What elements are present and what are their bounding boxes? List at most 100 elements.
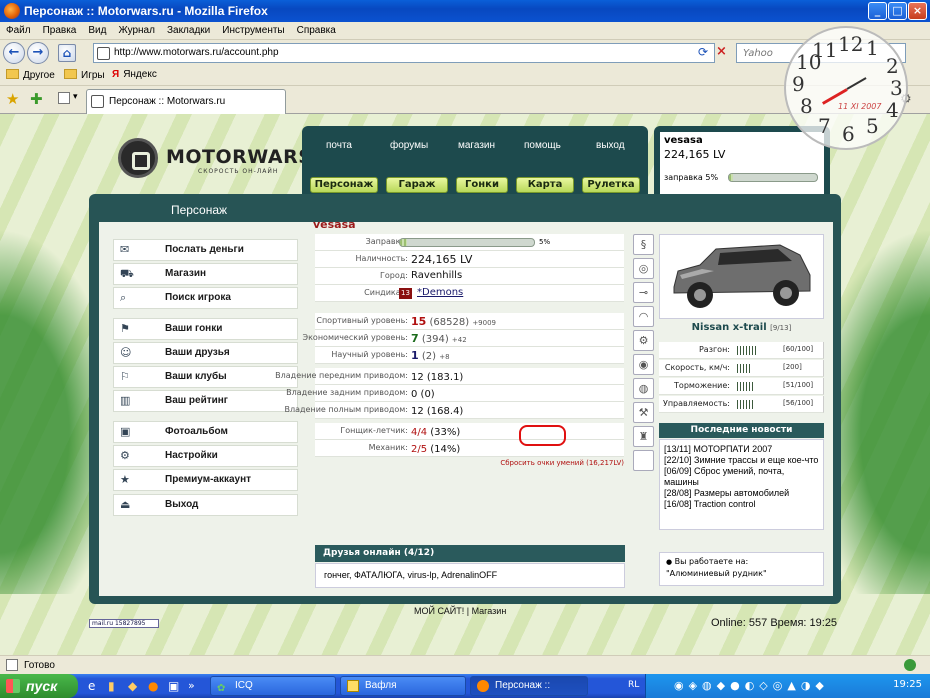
shop-icon: ⛟ <box>120 267 134 280</box>
language-indicator[interactable]: RL <box>628 680 639 690</box>
chevron-down-icon[interactable]: ▾ <box>73 92 78 102</box>
menu-search-player[interactable]: ⌕ Поиск игрока <box>113 287 298 309</box>
addon-icon[interactable]: ✚ <box>30 90 43 108</box>
gearbox-icon[interactable]: ⚒ <box>633 402 654 423</box>
ie-quicklaunch-icon[interactable]: e <box>88 679 95 693</box>
bookmark-folder-games[interactable]: Игры <box>64 69 105 81</box>
menu-edit[interactable]: Правка <box>37 22 83 36</box>
site-logo[interactable]: MOTORWARS.RU СКОРОСТЬ ОН-ЛАЙН <box>118 138 351 182</box>
empty-slot-icon[interactable] <box>633 450 654 471</box>
bookmark-star-icon[interactable]: ★ <box>6 90 19 108</box>
menu-bookmarks[interactable]: Закладки <box>161 22 216 36</box>
clock-nine: 9 <box>792 72 805 96</box>
hit-counter[interactable]: mail.ru 15827895 <box>89 619 159 628</box>
city-value: Ravenhills <box>411 270 463 281</box>
syndicate-link[interactable]: *Demons <box>417 287 463 298</box>
sci-points: (2) <box>421 351 437 362</box>
stop-icon[interactable]: × <box>716 44 727 59</box>
car-stat-speed: Скорость, км/ч: [200] <box>659 360 824 377</box>
menu-your-rating[interactable]: ▥ Ваш рейтинг <box>113 390 298 412</box>
nav-button-map[interactable]: Карта <box>516 177 574 193</box>
home-button[interactable]: ⌂ <box>58 44 76 62</box>
nav-link-forums[interactable]: форумы <box>390 140 428 151</box>
yandex-icon: Я <box>112 69 120 80</box>
firefox-quicklaunch-icon[interactable]: ● <box>148 679 158 693</box>
stat-label: Владение передним приводом: <box>275 371 408 380</box>
nav-button-garage[interactable]: Гараж <box>386 177 448 193</box>
car-name[interactable]: Nissan x-trail [9/13] <box>659 322 824 333</box>
nav-link-help[interactable]: помощь <box>524 140 561 151</box>
body-part-icon[interactable]: ◠ <box>633 306 654 327</box>
start-button[interactable]: пуск <box>0 674 78 698</box>
menu-file[interactable]: Файл <box>0 22 37 36</box>
menu-view[interactable]: Вид <box>82 22 112 36</box>
menu-premium-account[interactable]: ★ Премиум-аккаунт <box>113 469 298 491</box>
tire-icon[interactable]: ◎ <box>633 258 654 279</box>
menu-history[interactable]: Журнал <box>112 22 161 36</box>
reload-icon[interactable]: ⟳ <box>698 45 708 59</box>
turbo-icon[interactable]: ◉ <box>633 354 654 375</box>
car-image[interactable] <box>659 234 824 319</box>
reset-skills-link[interactable]: Сбросить очки умений (16,217LV) <box>315 459 624 467</box>
url-bar[interactable]: http://www.motorwars.ru/account.php <box>93 43 715 63</box>
car-stat-value: [60/100] <box>783 345 814 353</box>
menu-help[interactable]: Справка <box>291 22 342 36</box>
menu-your-friends[interactable]: ☺ Ваши друзья <box>113 342 298 364</box>
minimize-button[interactable]: _ <box>868 2 887 20</box>
menu-label: Выход <box>165 499 199 510</box>
taskbar-item-vaflya[interactable]: Вафля <box>340 676 466 696</box>
news-item[interactable]: [16/08] Traction control <box>664 499 819 510</box>
close-button[interactable]: × <box>908 2 927 20</box>
nav-button-races[interactable]: Гонки <box>456 177 508 193</box>
menu-label: Ваш рейтинг <box>165 395 228 406</box>
quicklaunch-more-icon[interactable]: » <box>188 679 195 692</box>
forward-button[interactable]: → <box>27 42 49 64</box>
show-desktop-icon[interactable]: ▣ <box>168 679 179 693</box>
menu-photo-album[interactable]: ▣ Фотоальбом <box>113 421 298 443</box>
news-item[interactable]: [22/10] Зимние трассы и еще кое-что <box>664 455 819 466</box>
user-name: vesasa <box>664 135 703 146</box>
tab-list-icon[interactable] <box>58 92 70 104</box>
bookmark-yandex[interactable]: Я Яндекс <box>112 69 157 80</box>
stat-label: Экономический уровень: <box>302 333 408 342</box>
taskbar-item-icq[interactable]: ✿ ICQ <box>210 676 336 696</box>
menu-send-money[interactable]: ✉ Послать деньги <box>113 239 298 261</box>
work-place[interactable]: "Алюминиевый рудник" <box>666 568 817 580</box>
back-button[interactable]: ← <box>3 42 25 64</box>
tab-active[interactable]: Персонаж :: Motorwars.ru <box>86 89 286 114</box>
folder-icon <box>6 69 19 79</box>
tray-icons[interactable]: ◉◈◍◆●◐◇◎▲◑◆ <box>674 679 829 692</box>
menu-your-clubs[interactable]: ⚐ Ваши клубы <box>113 366 298 388</box>
app-quicklaunch-icon[interactable]: ◆ <box>128 679 137 693</box>
top-navigation: почта форумы магазин помощь выход Персон… <box>302 126 648 204</box>
menu-settings[interactable]: ⚙ Настройки <box>113 445 298 467</box>
seat-icon[interactable]: ♜ <box>633 426 654 447</box>
news-item[interactable]: [06/09] Сброс умений, почта, машины <box>664 466 819 488</box>
footer-links[interactable]: МОЙ САЙТ! | Магазин <box>414 606 506 616</box>
engine-icon[interactable]: ⚙ <box>633 330 654 351</box>
menu-exit[interactable]: ⏏ Выход <box>113 494 298 516</box>
tab-label: Персонаж :: Motorwars.ru <box>109 96 226 107</box>
bookmark-folder-other[interactable]: Другое <box>6 69 55 81</box>
taskbar-item-firefox[interactable]: Персонаж :: Motorw... <box>470 676 588 696</box>
menu-shop[interactable]: ⛟ Магазин <box>113 263 298 285</box>
settings-icon: ⚙ <box>120 449 130 462</box>
exhaust-icon[interactable]: ⊸ <box>633 282 654 303</box>
news-item[interactable]: [13/11] МОТОРПАТИ 2007 <box>664 444 819 455</box>
maximize-button[interactable]: □ <box>888 2 907 20</box>
friends-online-list[interactable]: гончег, ФАТАЛЮГА, virus-lp, AdrenalinOFF <box>315 563 625 588</box>
nav-button-character[interactable]: Персонаж <box>310 177 378 193</box>
nav-link-exit[interactable]: выход <box>596 140 625 151</box>
nav-link-shop[interactable]: магазин <box>458 140 495 151</box>
news-item[interactable]: [28/08] Размеры автомобилей <box>664 488 819 499</box>
stat-row-mechanic: Механик: 2/5 (14%) <box>315 440 624 457</box>
brake-icon[interactable]: ◍ <box>633 378 654 399</box>
nav-button-roulette[interactable]: Рулетка <box>582 177 640 193</box>
fwd-value: 12 (183.1) <box>411 372 464 383</box>
folder-quicklaunch-icon[interactable]: ▮ <box>108 679 115 693</box>
menu-your-races[interactable]: ⚑ Ваши гонки <box>113 318 298 340</box>
menu-tools[interactable]: Инструменты <box>216 22 290 36</box>
nav-link-mail[interactable]: почта <box>326 140 352 151</box>
spring-icon[interactable]: § <box>633 234 654 255</box>
clock-twelve: 12 <box>838 32 864 56</box>
